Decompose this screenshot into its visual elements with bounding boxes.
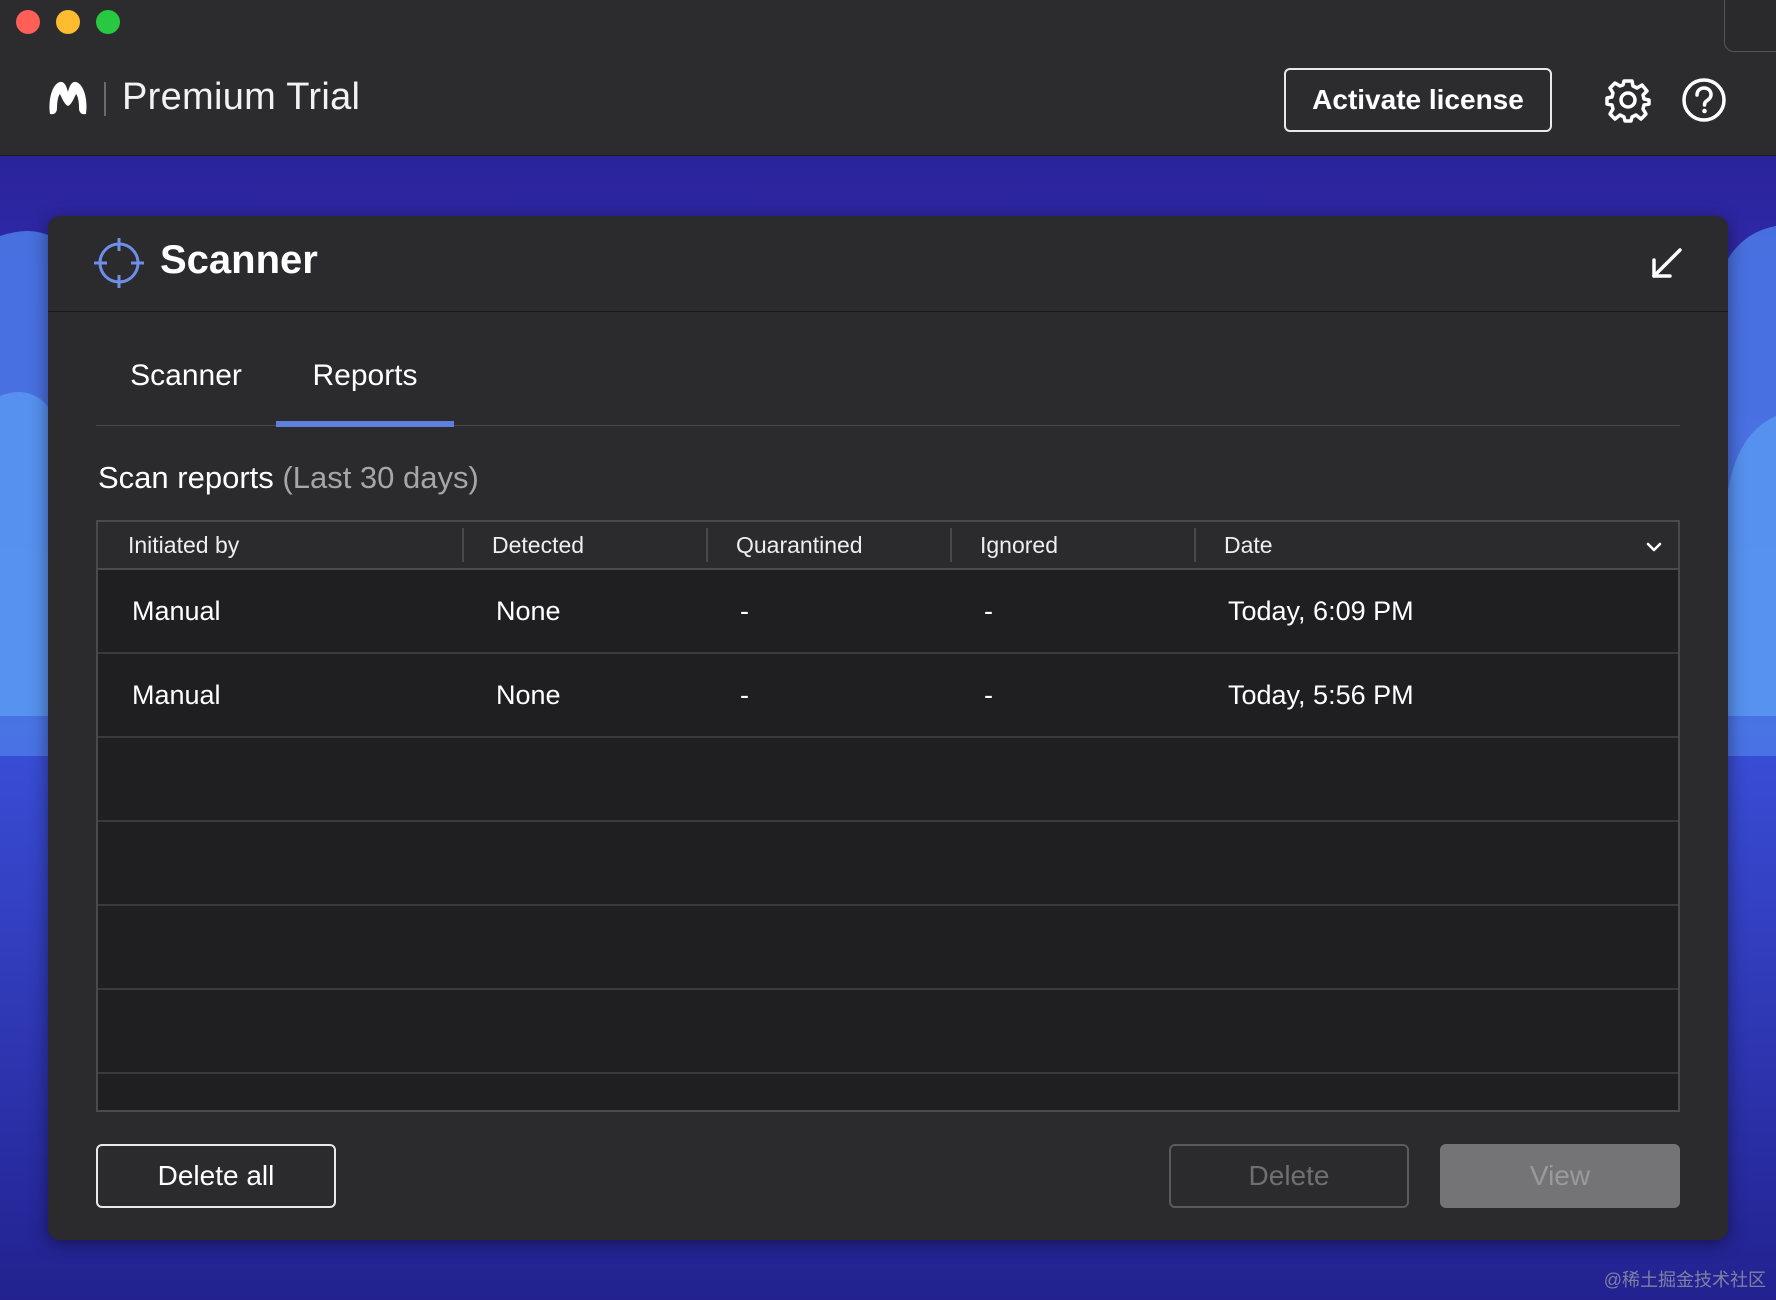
cell-detected: None bbox=[496, 679, 561, 710]
zoom-window-button[interactable] bbox=[96, 10, 120, 34]
cell-ignored: - bbox=[984, 679, 993, 710]
column-initiated-by[interactable]: Initiated by bbox=[98, 522, 462, 568]
cell-quarantined: - bbox=[740, 595, 749, 626]
help-icon[interactable] bbox=[1681, 77, 1727, 123]
cell-initiated-by: Manual bbox=[132, 679, 221, 710]
scanner-panel: Scanner Scanner Reports Scan reports (La… bbox=[48, 216, 1728, 1240]
empty-row bbox=[98, 906, 1678, 990]
tab-reports[interactable]: Reports bbox=[276, 326, 454, 427]
delete-button[interactable]: Delete bbox=[1169, 1144, 1409, 1208]
cell-date: Today, 6:09 PM bbox=[1228, 595, 1414, 626]
column-date-label: Date bbox=[1224, 531, 1273, 558]
app-window: Premium Trial Activate license Scanner S… bbox=[0, 0, 1776, 1300]
cell-ignored: - bbox=[984, 595, 993, 626]
minimize-window-button[interactable] bbox=[56, 10, 80, 34]
reports-table: Initiated by Detected Quarantined Ignore… bbox=[96, 520, 1680, 1112]
chevron-down-icon[interactable] bbox=[1644, 536, 1664, 556]
watermark: @稀土掘金技术社区 bbox=[1603, 1270, 1766, 1290]
table-row[interactable]: Manual None - - Today, 6:09 PM bbox=[98, 570, 1678, 654]
cell-initiated-by: Manual bbox=[132, 595, 221, 626]
cell-date: Today, 5:56 PM bbox=[1228, 679, 1414, 710]
corner-tab bbox=[1724, 0, 1776, 52]
collapse-arrow-icon[interactable] bbox=[1648, 246, 1684, 282]
tab-bar: Scanner Reports bbox=[96, 326, 1680, 427]
scan-reports-heading: Scan reports (Last 30 days) bbox=[98, 460, 479, 496]
view-button[interactable]: View bbox=[1440, 1144, 1680, 1208]
column-detected[interactable]: Detected bbox=[462, 522, 706, 568]
cell-detected: None bbox=[496, 595, 561, 626]
empty-row bbox=[98, 822, 1678, 906]
cell-quarantined: - bbox=[740, 679, 749, 710]
malwarebytes-logo-icon bbox=[46, 78, 90, 118]
column-ignored[interactable]: Ignored bbox=[950, 522, 1194, 568]
heading-text: Scan reports bbox=[98, 460, 274, 495]
activate-license-button[interactable]: Activate license bbox=[1284, 68, 1552, 132]
table-row[interactable]: Manual None - - Today, 5:56 PM bbox=[98, 654, 1678, 738]
delete-all-button[interactable]: Delete all bbox=[96, 1144, 336, 1208]
column-quarantined[interactable]: Quarantined bbox=[706, 522, 950, 568]
empty-row bbox=[98, 738, 1678, 822]
panel-title: Scanner bbox=[160, 238, 318, 282]
panel-header: Scanner bbox=[48, 216, 1728, 312]
title-bar: Premium Trial Activate license bbox=[0, 0, 1776, 156]
heading-range: (Last 30 days) bbox=[282, 460, 479, 495]
close-window-button[interactable] bbox=[16, 10, 40, 34]
column-date[interactable]: Date bbox=[1194, 522, 1678, 568]
empty-row bbox=[98, 990, 1678, 1074]
crosshair-icon bbox=[94, 238, 144, 288]
tab-scanner[interactable]: Scanner bbox=[96, 326, 276, 426]
table-body: Manual None - - Today, 6:09 PM Manual No… bbox=[98, 570, 1678, 1074]
brand-separator bbox=[104, 82, 106, 116]
table-header: Initiated by Detected Quarantined Ignore… bbox=[98, 522, 1678, 570]
product-title: Premium Trial bbox=[122, 76, 361, 118]
gear-icon[interactable] bbox=[1605, 77, 1651, 123]
